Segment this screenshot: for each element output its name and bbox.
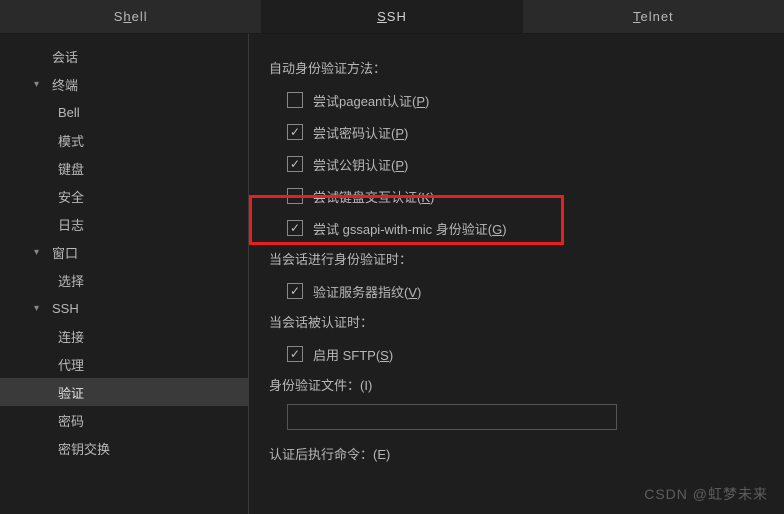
tab-telnet[interactable]: Telnet bbox=[523, 0, 784, 34]
sidebar-item-4[interactable]: 键盘 bbox=[0, 154, 248, 182]
sidebar-item-0[interactable]: 会话 bbox=[0, 42, 248, 70]
sidebar-item-label: 安全 bbox=[58, 187, 84, 206]
auth-check-label-3[interactable]: 尝试键盘交互认证(K) bbox=[313, 187, 434, 206]
session-auth-label: 当会话进行身份验证时： bbox=[269, 249, 776, 268]
auth-checkbox-2[interactable] bbox=[287, 156, 303, 172]
sidebar-item-3[interactable]: 模式 bbox=[0, 126, 248, 154]
sidebar-item-8[interactable]: 选择 bbox=[0, 266, 248, 294]
enable-sftp-checkbox[interactable] bbox=[287, 346, 303, 362]
chevron-down-icon[interactable]: ▾ bbox=[34, 303, 48, 314]
sidebar-item-label: 连接 bbox=[58, 327, 84, 346]
sidebar-item-label: 会话 bbox=[52, 47, 78, 66]
auth-methods-label: 自动身份验证方法： bbox=[269, 58, 776, 77]
verify-fingerprint-label[interactable]: 验证服务器指纹(V) bbox=[313, 282, 421, 301]
sidebar-item-label: SSH bbox=[52, 301, 79, 316]
sidebar-item-2[interactable]: Bell bbox=[0, 98, 248, 126]
sidebar-item-label: 密钥交换 bbox=[58, 439, 110, 458]
sidebar-item-label: 窗口 bbox=[52, 243, 78, 262]
auth-check-row-0[interactable]: 尝试pageant认证(P) bbox=[287, 87, 776, 113]
auth-check-row-1[interactable]: 尝试密码认证(P) bbox=[287, 119, 776, 145]
auth-check-row-4[interactable]: 尝试 gssapi-with-mic 身份验证(G) bbox=[287, 215, 776, 241]
post-cmd-label: 认证后执行命令：(E) bbox=[269, 444, 776, 463]
sidebar-item-label: 模式 bbox=[58, 131, 84, 150]
auth-check-label-0[interactable]: 尝试pageant认证(P) bbox=[313, 91, 429, 110]
sidebar-item-12[interactable]: 验证 bbox=[0, 378, 248, 406]
chevron-down-icon[interactable]: ▾ bbox=[34, 79, 48, 90]
sidebar-item-10[interactable]: 连接 bbox=[0, 322, 248, 350]
auth-check-label-1[interactable]: 尝试密码认证(P) bbox=[313, 123, 408, 142]
chevron-down-icon[interactable]: ▾ bbox=[34, 247, 48, 258]
auth-check-label-2[interactable]: 尝试公钥认证(P) bbox=[313, 155, 408, 174]
verify-fingerprint-checkbox[interactable] bbox=[287, 283, 303, 299]
sidebar-item-label: 验证 bbox=[58, 383, 84, 402]
enable-sftp-label[interactable]: 启用 SFTP(S) bbox=[313, 345, 393, 364]
sidebar-item-6[interactable]: 日志 bbox=[0, 210, 248, 238]
id-file-input[interactable] bbox=[287, 404, 617, 430]
sidebar-item-label: Bell bbox=[58, 105, 80, 120]
sidebar-item-1[interactable]: ▾ 终端 bbox=[0, 70, 248, 98]
sidebar-item-7[interactable]: ▾ 窗口 bbox=[0, 238, 248, 266]
sidebar-item-label: 选择 bbox=[58, 271, 84, 290]
id-file-label: 身份验证文件：(I) bbox=[269, 375, 776, 394]
sidebar-item-9[interactable]: ▾ SSH bbox=[0, 294, 248, 322]
sidebar-item-label: 终端 bbox=[52, 75, 78, 94]
settings-panel: 自动身份验证方法： 尝试pageant认证(P) 尝试密码认证(P) 尝试公钥认证(… bbox=[249, 34, 784, 514]
auth-checkbox-1[interactable] bbox=[287, 124, 303, 140]
auth-check-row-3[interactable]: 尝试键盘交互认证(K) bbox=[287, 183, 776, 209]
auth-checkbox-4[interactable] bbox=[287, 220, 303, 236]
verify-fingerprint-row[interactable]: 验证服务器指纹(V) bbox=[287, 278, 776, 304]
session-authd-label: 当会话被认证时： bbox=[269, 312, 776, 331]
sidebar-tree: 会话 ▾ 终端 Bell 模式键盘安全日志 ▾ 窗口选择 ▾ SSH 连接代理验证密码密钥交换 bbox=[0, 34, 248, 514]
tabs-bar: Shell SSH Telnet bbox=[0, 0, 784, 34]
tab-shell[interactable]: Shell bbox=[0, 0, 261, 34]
sidebar-item-11[interactable]: 代理 bbox=[0, 350, 248, 378]
auth-check-row-2[interactable]: 尝试公钥认证(P) bbox=[287, 151, 776, 177]
sidebar-item-label: 密码 bbox=[58, 411, 84, 430]
sidebar-item-13[interactable]: 密码 bbox=[0, 406, 248, 434]
sidebar-item-label: 代理 bbox=[58, 355, 84, 374]
enable-sftp-row[interactable]: 启用 SFTP(S) bbox=[287, 341, 776, 367]
sidebar-item-label: 键盘 bbox=[58, 159, 84, 178]
sidebar-item-label: 日志 bbox=[58, 215, 84, 234]
auth-checkbox-0[interactable] bbox=[287, 92, 303, 108]
sidebar-item-14[interactable]: 密钥交换 bbox=[0, 434, 248, 462]
auth-checkbox-3[interactable] bbox=[287, 188, 303, 204]
auth-check-label-4[interactable]: 尝试 gssapi-with-mic 身份验证(G) bbox=[313, 219, 507, 238]
sidebar-item-5[interactable]: 安全 bbox=[0, 182, 248, 210]
tab-ssh[interactable]: SSH bbox=[261, 0, 522, 34]
